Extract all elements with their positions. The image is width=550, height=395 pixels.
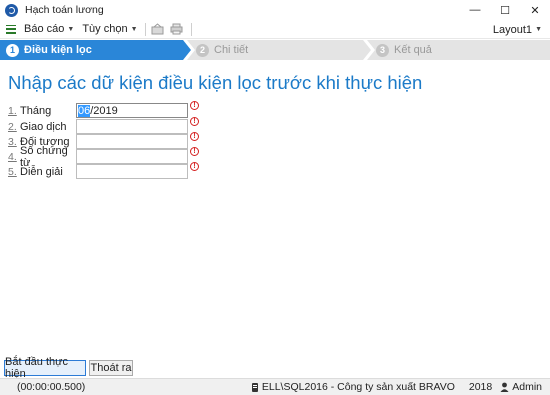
title-bar: Hạch toán lương — ☐ ✕ — [0, 0, 550, 20]
report-menu-label: Báo cáo — [24, 23, 65, 35]
step-number: 1 — [6, 43, 19, 57]
layout-select-label: Layout1 — [492, 23, 533, 36]
page-title: Nhập các dữ kiện điều kiện lọc trước khi… — [8, 72, 423, 93]
exit-button[interactable]: Thoát ra — [89, 360, 133, 376]
window-controls: — ☐ ✕ — [460, 0, 550, 20]
step-number: 3 — [376, 43, 389, 57]
window-title: Hạch toán lương — [25, 4, 104, 16]
step-detail[interactable]: 2 Chi tiết — [196, 40, 248, 60]
wizard-steps: 1 Điều kiện lọc 2 Chi tiết 3 Kết quả — [0, 40, 550, 60]
toolbar-separator — [144, 22, 146, 36]
row-number: 4. — [8, 150, 17, 163]
error-icon: ! — [190, 117, 199, 126]
row-label: Diễn giải — [20, 165, 63, 178]
row-number: 2. — [8, 120, 17, 133]
voucher-number-input[interactable] — [76, 149, 188, 164]
row-label: Giao dịch — [20, 120, 67, 133]
step-label: Kết quả — [394, 44, 432, 56]
month-input[interactable]: 06/2019 — [76, 103, 188, 118]
form-row-description: 5. Diễn giải — [8, 164, 76, 179]
form-row-voucher: 4. Số chứng từ — [8, 145, 76, 169]
options-menu[interactable]: Tùy chọn ▼ — [82, 23, 137, 35]
step-filter[interactable]: 1 Điều kiện lọc — [6, 40, 92, 60]
error-icon: ! — [190, 147, 199, 156]
error-icon: ! — [190, 132, 199, 141]
hamburger-menu-icon[interactable] — [6, 24, 16, 34]
status-bar: (00:00:00.500) ELL\SQL2016 - Công ty sản… — [0, 378, 550, 395]
maximize-button[interactable]: ☐ — [490, 0, 520, 20]
user-name: Admin — [512, 381, 542, 393]
month-input-selected: 06 — [78, 104, 91, 117]
month-input-rest: /2019 — [90, 104, 118, 117]
chevron-down-icon: ▼ — [535, 26, 542, 33]
export-icon[interactable] — [151, 23, 165, 36]
form-row-transaction: 2. Giao dịch — [8, 119, 76, 134]
step-result[interactable]: 3 Kết quả — [376, 40, 432, 60]
layout-select[interactable]: Layout1 ▼ — [493, 20, 542, 39]
connection-info: ELL\SQL2016 - Công ty sản xuất BRAVO — [261, 381, 455, 393]
row-number: 3. — [8, 135, 17, 148]
status-info: ELL\SQL2016 - Công ty sản xuất BRAVO 201… — [251, 381, 542, 393]
step-number: 2 — [196, 43, 209, 57]
start-button[interactable]: Bắt đầu thực hiện — [4, 356, 86, 380]
step-label: Chi tiết — [214, 44, 249, 56]
options-menu-label: Tùy chọn — [82, 23, 128, 35]
minimize-button[interactable]: — — [460, 0, 490, 20]
error-icon: ! — [190, 162, 199, 171]
row-number: 1. — [8, 104, 17, 117]
step-label: Điều kiện lọc — [24, 44, 92, 56]
database-icon — [251, 382, 258, 392]
error-icon: ! — [190, 101, 199, 110]
form-row-month: 1. Tháng — [8, 103, 76, 118]
report-menu[interactable]: Báo cáo ▼ — [24, 23, 74, 35]
row-number: 5. — [8, 165, 17, 178]
object-input[interactable] — [76, 134, 188, 149]
menu-bar: Báo cáo ▼ Tùy chọn ▼ Layout1 ▼ — [0, 20, 550, 39]
chevron-down-icon: ▼ — [130, 25, 138, 33]
fiscal-year: 2018 — [468, 381, 493, 393]
transaction-input[interactable] — [76, 119, 188, 134]
description-input[interactable] — [76, 164, 188, 179]
print-icon[interactable] — [170, 23, 184, 36]
chevron-down-icon: ▼ — [67, 25, 75, 33]
row-label: Tháng — [20, 104, 52, 117]
user-icon — [500, 382, 509, 392]
close-button[interactable]: ✕ — [520, 0, 550, 20]
elapsed-time: (00:00:00.500) — [17, 381, 86, 393]
toolbar-separator — [190, 22, 192, 36]
app-logo-icon — [5, 3, 18, 17]
